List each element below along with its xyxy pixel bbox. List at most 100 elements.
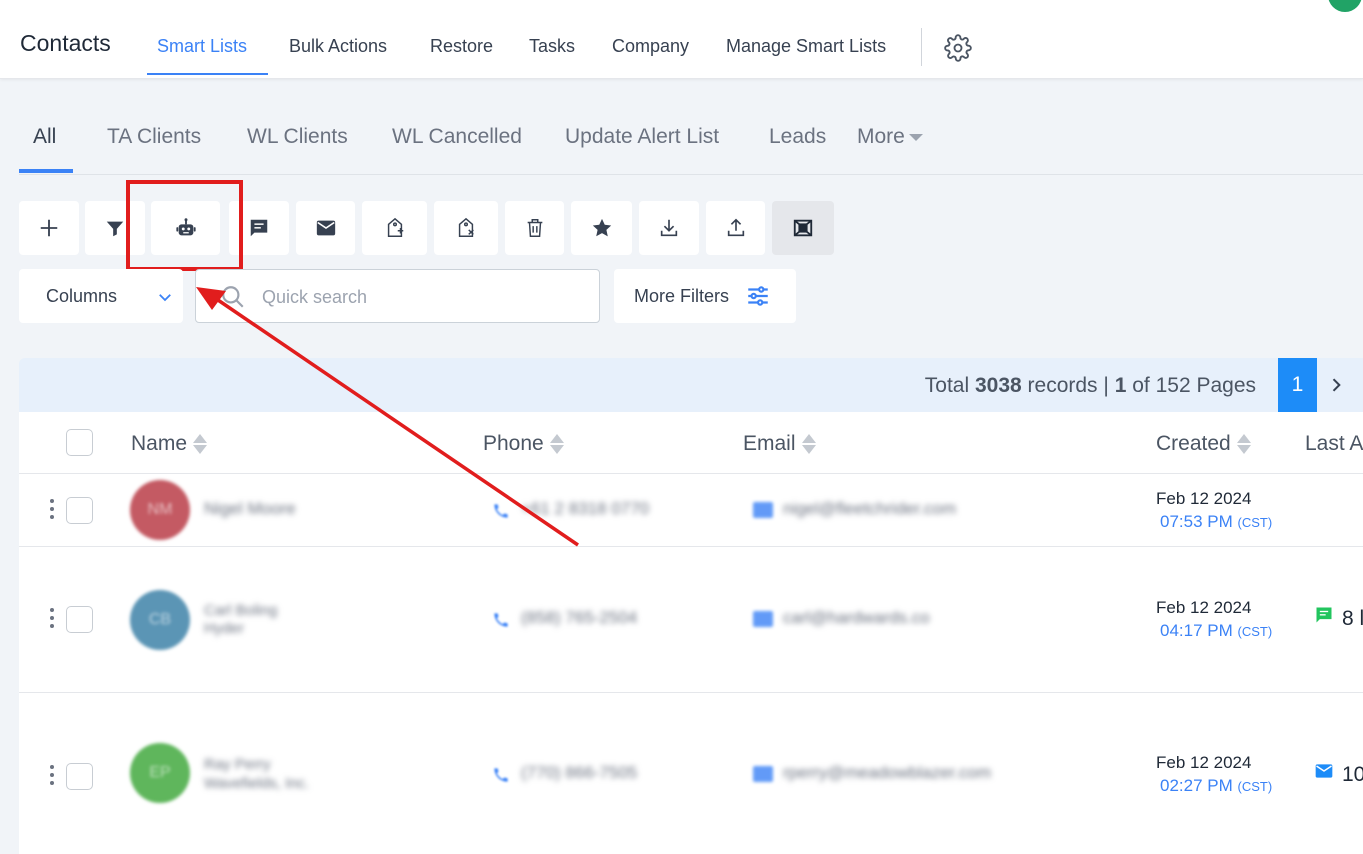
columns-dropdown[interactable]: Columns xyxy=(19,269,183,323)
row-menu-icon[interactable] xyxy=(50,608,56,630)
tab-all[interactable]: All xyxy=(33,125,56,149)
contact-phone[interactable]: (858) 765-2504 xyxy=(521,608,637,628)
chevron-right-icon[interactable] xyxy=(1326,375,1346,395)
export-button[interactable] xyxy=(639,201,699,255)
search-input[interactable] xyxy=(262,284,582,310)
phone-icon xyxy=(494,613,508,627)
avatar: NM xyxy=(130,480,190,540)
pagination-bar: Total 3038 records | 1 of 152 Pages xyxy=(19,358,1363,412)
star-icon xyxy=(592,218,611,237)
more-filters-label: More Filters xyxy=(634,286,730,306)
page-button-1[interactable]: 1 xyxy=(1278,358,1317,412)
row-menu-icon[interactable] xyxy=(50,765,56,787)
gear-icon[interactable] xyxy=(944,34,972,62)
top-bar: Contacts Smart Lists Bulk Actions Restor… xyxy=(0,0,1363,79)
created-date: Feb 12 2024 xyxy=(1156,598,1252,617)
contacts-table: Name Phone Email Created Last A NM Nigel… xyxy=(19,412,1363,854)
activity-count: 8 l xyxy=(1342,607,1363,630)
add-tag-icon xyxy=(387,217,403,237)
nav-company[interactable]: Company xyxy=(612,36,689,57)
filter-icon xyxy=(106,221,124,237)
avatar: CB xyxy=(130,590,190,650)
created-time: 04:17 PM (CST) xyxy=(1160,621,1272,641)
merge-button[interactable] xyxy=(772,201,834,255)
created-time: 07:53 PM (CST) xyxy=(1160,512,1272,532)
tab-leads[interactable]: Leads xyxy=(769,125,826,149)
email-icon xyxy=(316,220,335,236)
chevron-down-icon xyxy=(159,294,171,302)
nav-bulk-actions[interactable]: Bulk Actions xyxy=(289,36,387,57)
column-header-last-activity[interactable]: Last A xyxy=(1305,432,1363,456)
row-checkbox[interactable] xyxy=(66,497,93,524)
column-header-email[interactable]: Email xyxy=(743,432,816,456)
more-filters-button[interactable]: More Filters xyxy=(614,269,796,323)
tab-update-alert-list[interactable]: Update Alert List xyxy=(565,125,719,149)
columns-label: Columns xyxy=(46,286,118,306)
remove-tag-button[interactable] xyxy=(434,201,498,255)
nav-manage-smart-lists[interactable]: Manage Smart Lists xyxy=(726,36,886,57)
sort-icon xyxy=(193,433,208,455)
column-header-name[interactable]: Name xyxy=(131,432,208,456)
chat-icon xyxy=(1316,607,1332,623)
created-time: 02:27 PM (CST) xyxy=(1160,776,1272,796)
created-time-value: 04:17 PM xyxy=(1160,621,1233,640)
nav-restore[interactable]: Restore xyxy=(430,36,493,57)
tab-wl-clients[interactable]: WL Clients xyxy=(247,125,348,149)
table-row[interactable]: CB Carl Boling Hyder (858) 765-2504 carl… xyxy=(19,547,1363,693)
row-checkbox[interactable] xyxy=(66,606,93,633)
table-row[interactable]: EP Ray Perry Wavefields, Inc. (770) 866-… xyxy=(19,693,1363,854)
avatar: EP xyxy=(130,743,190,803)
delete-button[interactable] xyxy=(505,201,564,255)
send-email-button[interactable] xyxy=(296,201,355,255)
contact-phone[interactable]: +61 2 8318 0770 xyxy=(521,499,649,519)
email-icon xyxy=(753,766,773,782)
tab-more[interactable]: More xyxy=(857,125,923,149)
contact-email[interactable]: nigel@fleetchrider.com xyxy=(783,499,956,519)
table-row[interactable]: NM Nigel Moore +61 2 8318 0770 nigel@fle… xyxy=(19,474,1363,547)
column-email-label: Email xyxy=(743,432,796,455)
created-date: Feb 12 2024 xyxy=(1156,753,1252,772)
row-checkbox[interactable] xyxy=(66,763,93,790)
tab-ta-clients[interactable]: TA Clients xyxy=(107,125,201,149)
add-tag-button[interactable] xyxy=(362,201,427,255)
plus-icon xyxy=(40,219,58,237)
tabs-divider xyxy=(19,174,1363,175)
column-phone-label: Phone xyxy=(483,432,544,455)
sort-icon xyxy=(549,433,564,455)
nav-smart-lists[interactable]: Smart Lists xyxy=(157,36,247,57)
contact-name[interactable]: Carl Boling xyxy=(204,602,277,620)
highlight-annotation-box xyxy=(126,180,243,271)
sort-icon xyxy=(1236,433,1251,455)
contact-name[interactable]: Ray Perry xyxy=(204,756,271,774)
select-all-checkbox[interactable] xyxy=(66,429,93,456)
contact-name[interactable]: Nigel Moore xyxy=(204,499,296,519)
column-header-created[interactable]: Created xyxy=(1156,432,1251,456)
created-date: Feb 12 2024 xyxy=(1156,489,1252,508)
contact-company: Hyder xyxy=(204,620,245,637)
contact-email[interactable]: carl@hardwards.co xyxy=(783,608,930,628)
add-contact-button[interactable] xyxy=(19,201,79,255)
contact-email[interactable]: rperry@meadowblazer.com xyxy=(783,763,991,783)
row-menu-icon[interactable] xyxy=(50,499,56,521)
nav-tasks[interactable]: Tasks xyxy=(529,36,575,57)
column-created-label: Created xyxy=(1156,432,1231,455)
sort-icon xyxy=(801,433,816,455)
tab-wl-cancelled[interactable]: WL Cancelled xyxy=(392,125,522,149)
remove-tag-icon xyxy=(458,217,474,237)
created-time-value: 07:53 PM xyxy=(1160,512,1233,531)
contact-phone[interactable]: (770) 866-7505 xyxy=(521,763,637,783)
upload-icon xyxy=(727,218,744,237)
search-icon xyxy=(222,286,244,308)
total-records-text: Total 3038 records | 1 of 152 Pages xyxy=(925,374,1256,398)
tab-more-label: More xyxy=(857,125,905,148)
total-records-count: 3038 xyxy=(974,374,1022,397)
import-button[interactable] xyxy=(706,201,765,255)
current-page-number: 1 xyxy=(1114,374,1127,397)
review-request-button[interactable] xyxy=(571,201,632,255)
email-icon xyxy=(1315,764,1333,778)
timezone-label: (CST) xyxy=(1237,515,1273,530)
created-time-value: 02:27 PM xyxy=(1160,776,1233,795)
column-header-phone[interactable]: Phone xyxy=(483,432,564,456)
tab-active-indicator xyxy=(19,169,73,173)
message-icon xyxy=(250,219,268,237)
